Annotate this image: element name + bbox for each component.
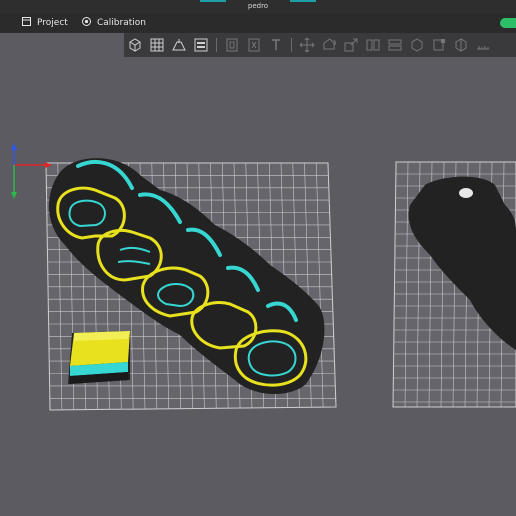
scene-canvas[interactable] — [0, 57, 516, 516]
calibration-menu[interactable]: Calibration — [82, 13, 146, 33]
title-accent-2 — [290, 0, 316, 2]
title-bar: pedro — [0, 0, 516, 13]
paint-button[interactable] — [428, 34, 450, 56]
keyring-hole — [459, 188, 473, 198]
paint-icon — [433, 39, 445, 51]
layout-icon — [194, 38, 208, 52]
scale-button[interactable] — [340, 34, 362, 56]
add-cube-button[interactable] — [124, 34, 146, 56]
measure-icon — [477, 46, 489, 50]
cut-button[interactable] — [243, 34, 265, 56]
3d-viewport[interactable] — [0, 57, 516, 516]
toolbar-divider — [216, 38, 217, 52]
layer-button[interactable] — [384, 34, 406, 56]
target-icon — [82, 17, 91, 29]
grid-button[interactable] — [146, 34, 168, 56]
window-title: pedro — [247, 2, 269, 10]
move-button[interactable] — [296, 34, 318, 56]
cut-icon — [248, 38, 260, 52]
support-icon — [411, 38, 423, 52]
scale-icon — [344, 38, 358, 52]
layout-button[interactable] — [190, 34, 212, 56]
project-menu[interactable]: Project — [22, 13, 68, 33]
move-icon — [299, 37, 315, 53]
arrange-icon — [172, 39, 186, 51]
arrange-button[interactable] — [168, 34, 190, 56]
grid-icon — [150, 38, 164, 52]
rotate-button[interactable] — [318, 34, 340, 56]
measure-button[interactable] — [472, 34, 494, 56]
seam-icon — [455, 38, 467, 52]
support-button[interactable] — [406, 34, 428, 56]
shell-button[interactable] — [221, 34, 243, 56]
project-icon — [22, 17, 31, 29]
seam-button[interactable] — [450, 34, 472, 56]
calibration-label: Calibration — [97, 18, 146, 28]
text-icon — [272, 39, 280, 50]
title-accent — [200, 0, 226, 2]
layer-icon — [388, 39, 402, 51]
toolbar — [124, 33, 516, 57]
menu-bar: Project Calibration — [0, 13, 516, 33]
split-button[interactable] — [362, 34, 384, 56]
build-plate-right[interactable] — [390, 161, 516, 408]
text-button[interactable] — [265, 34, 287, 56]
test-block[interactable] — [68, 331, 130, 384]
add-cube-icon — [129, 38, 141, 52]
project-label: Project — [37, 18, 68, 28]
toolbar-divider-2 — [291, 38, 292, 52]
shell-icon — [226, 38, 238, 52]
rotate-icon — [323, 38, 336, 50]
sync-toggle[interactable] — [500, 18, 516, 28]
split-icon — [366, 39, 380, 51]
